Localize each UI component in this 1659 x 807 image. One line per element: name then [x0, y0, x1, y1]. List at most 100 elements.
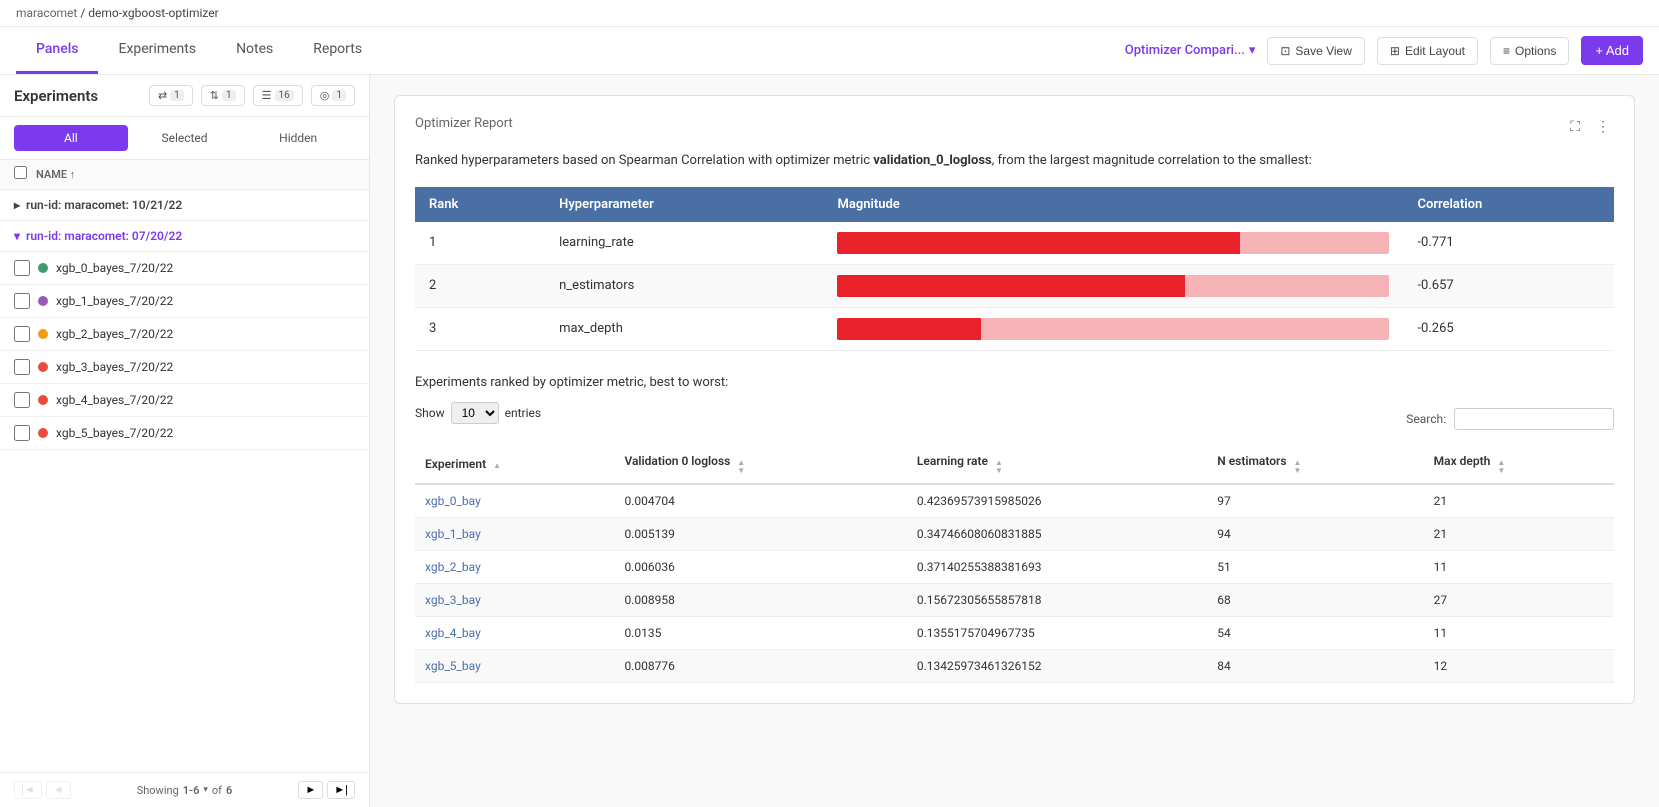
corr-header-rank: Rank: [415, 187, 545, 222]
prev-page-button[interactable]: ◄: [46, 781, 71, 799]
breadcrumb: maracomet / demo-xgboost-optimizer: [0, 0, 1659, 27]
eye-count: 1: [332, 90, 346, 101]
ranked-ne: 54: [1207, 616, 1423, 649]
sort-md-icon: ▲▼: [1497, 459, 1505, 475]
ranked-ne: 94: [1207, 517, 1423, 550]
exp-checkbox-0[interactable]: [14, 260, 30, 276]
last-page-button[interactable]: ►|: [327, 781, 355, 799]
options-button[interactable]: ≡ Options: [1490, 37, 1569, 65]
ranked-md: 11: [1424, 550, 1614, 583]
view-selector[interactable]: Optimizer Compari... ▾: [1125, 43, 1256, 58]
ranked-validation: 0.006036: [614, 550, 906, 583]
ranked-header-max-depth[interactable]: Max depth ▲▼: [1424, 446, 1614, 484]
tab-notes[interactable]: Notes: [216, 27, 293, 74]
tab-experiments[interactable]: Experiments: [98, 27, 216, 74]
sidebar-tab-hidden[interactable]: Hidden: [241, 125, 355, 151]
exp-checkbox-2[interactable]: [14, 326, 30, 342]
description-text: Ranked hyperparameters based on Spearman…: [415, 151, 1614, 171]
ranked-header-experiment[interactable]: Experiment ▲: [415, 446, 614, 484]
ranked-header-validation[interactable]: Validation 0 logloss ▲▼: [614, 446, 906, 484]
filter-columns-badge[interactable]: ☰ 16: [253, 85, 303, 106]
entries-select[interactable]: 10 25 50: [451, 402, 499, 424]
filter-eye-badge[interactable]: ◎ 1: [311, 85, 355, 106]
experiment-list-header: NAME ↑: [0, 160, 369, 190]
group-row-0720[interactable]: ▾ run-id: maracomet: 07/20/22: [0, 221, 369, 252]
bar-pink: [1240, 232, 1389, 254]
ranked-lr: 0.37140255388381693: [907, 550, 1207, 583]
corr-rank: 1: [415, 222, 545, 265]
add-button[interactable]: + Add: [1581, 36, 1643, 65]
sync-count: 1: [170, 90, 184, 101]
exp-link[interactable]: xgb_1_bay: [425, 527, 481, 541]
exp-link[interactable]: xgb_2_bay: [425, 560, 481, 574]
content-area: Optimizer Report ⛶ ⋮ Ranked hyperparamet…: [370, 75, 1659, 807]
ranked-lr: 0.1355175704967735: [907, 616, 1207, 649]
ranked-validation: 0.008958: [614, 583, 906, 616]
ranked-header-n-estimators[interactable]: N estimators ▲▼: [1207, 446, 1423, 484]
exp-link[interactable]: xgb_4_bay: [425, 626, 481, 640]
corr-header-correlation: Correlation: [1403, 187, 1614, 222]
exp-checkbox-1[interactable]: [14, 293, 30, 309]
select-all-checkbox[interactable]: [14, 166, 27, 179]
list-item[interactable]: xgb_4_bayes_7/20/22: [0, 384, 369, 417]
table-row: xgb_2_bay 0.006036 0.37140255388381693 5…: [415, 550, 1614, 583]
exp-dot-4: [38, 395, 48, 405]
next-page-button[interactable]: ►: [298, 781, 323, 799]
sidebar-tab-all[interactable]: All: [14, 125, 128, 151]
dropdown-arrow: ▾: [203, 785, 208, 795]
search-label: Search:: [1406, 412, 1446, 426]
exp-link[interactable]: xgb_3_bay: [425, 593, 481, 607]
corr-hyperparameter: learning_rate: [545, 222, 823, 265]
ranked-exp: xgb_1_bay: [415, 517, 614, 550]
first-page-button[interactable]: |◄: [14, 781, 42, 799]
table-row: xgb_4_bay 0.0135 0.1355175704967735 54 1…: [415, 616, 1614, 649]
filter-sort-badge[interactable]: ⇅ 1: [201, 85, 245, 106]
exp-name-0: xgb_0_bayes_7/20/22: [56, 261, 173, 275]
exp-checkbox-5[interactable]: [14, 425, 30, 441]
ranked-validation: 0.004704: [614, 484, 906, 518]
ranked-ne: 97: [1207, 484, 1423, 518]
exp-link[interactable]: xgb_5_bay: [425, 659, 481, 673]
sidebar-tab-selected[interactable]: Selected: [128, 125, 242, 151]
save-view-button[interactable]: ⊡ Save View: [1267, 37, 1365, 65]
table-row: xgb_0_bay 0.004704 0.42369573915985026 9…: [415, 484, 1614, 518]
corr-rank: 3: [415, 307, 545, 350]
list-item[interactable]: xgb_3_bayes_7/20/22: [0, 351, 369, 384]
name-column-header: NAME ↑: [36, 168, 75, 181]
ranked-md: 11: [1424, 616, 1614, 649]
edit-layout-button[interactable]: ⊞ Edit Layout: [1377, 37, 1478, 65]
chevron-down-icon: ▾: [1249, 43, 1256, 58]
ranked-header-learning-rate[interactable]: Learning rate ▲▼: [907, 446, 1207, 484]
exp-checkbox-4[interactable]: [14, 392, 30, 408]
table-row: xgb_5_bay 0.008776 0.13425973461326152 8…: [415, 649, 1614, 682]
list-item[interactable]: xgb_1_bayes_7/20/22: [0, 285, 369, 318]
ranked-validation: 0.005139: [614, 517, 906, 550]
more-options-icon[interactable]: ⋮: [1592, 116, 1614, 137]
list-item[interactable]: xgb_2_bayes_7/20/22: [0, 318, 369, 351]
group-row-1021[interactable]: ▸ run-id: maracomet: 10/21/22: [0, 190, 369, 221]
list-item[interactable]: xgb_5_bayes_7/20/22: [0, 417, 369, 450]
list-item[interactable]: xgb_0_bayes_7/20/22: [0, 252, 369, 285]
exp-name-3: xgb_3_bayes_7/20/22: [56, 360, 173, 374]
bar-red: [837, 275, 1185, 297]
ranked-exp: xgb_5_bay: [415, 649, 614, 682]
showing-label: Showing: [137, 784, 179, 797]
exp-name-5: xgb_5_bayes_7/20/22: [56, 426, 173, 440]
sort-validation-icon: ▲▼: [737, 459, 745, 475]
group-label-1021: run-id: maracomet: 10/21/22: [26, 198, 182, 212]
sort-count: 1: [222, 90, 236, 101]
filter-sync-badge[interactable]: ⇄ 1: [149, 85, 193, 106]
exp-name-4: xgb_4_bayes_7/20/22: [56, 393, 173, 407]
breadcrumb-project: demo-xgboost-optimizer: [88, 6, 218, 20]
sort-lr-icon: ▲▼: [995, 459, 1003, 475]
layout-icon: ⊞: [1390, 44, 1400, 58]
table-row: 3 max_depth -0.265: [415, 307, 1614, 350]
ranked-md: 21: [1424, 517, 1614, 550]
breadcrumb-org[interactable]: maracomet: [16, 6, 77, 20]
search-input[interactable]: [1454, 408, 1614, 430]
expand-icon[interactable]: ⛶: [1566, 116, 1584, 137]
exp-checkbox-3[interactable]: [14, 359, 30, 375]
exp-link[interactable]: xgb_0_bay: [425, 494, 481, 508]
tab-reports[interactable]: Reports: [293, 27, 382, 74]
tab-panels[interactable]: Panels: [16, 27, 98, 74]
